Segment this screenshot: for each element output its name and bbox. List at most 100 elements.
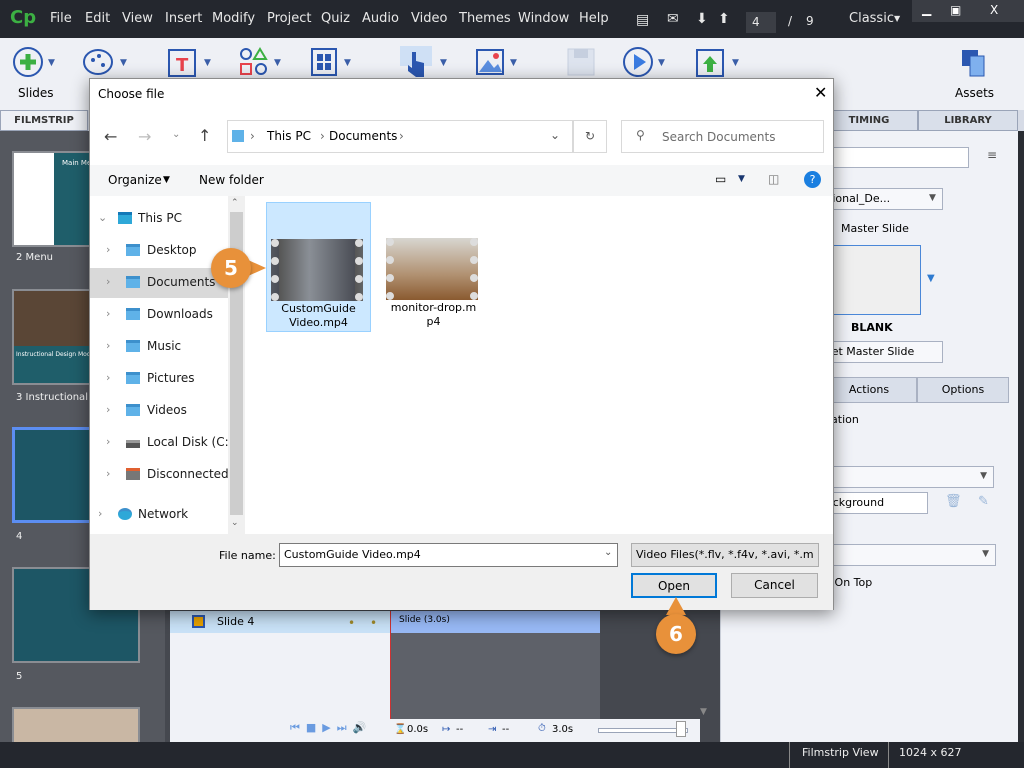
- close-icon[interactable]: X: [990, 3, 998, 17]
- file-item[interactable]: monitor-drop.m p4: [382, 202, 487, 332]
- menu-quiz[interactable]: Quiz: [321, 11, 350, 26]
- reset-master-slide-button[interactable]: set Master Slide: [821, 341, 943, 363]
- tab-filmstrip[interactable]: FILMSTRIP: [0, 110, 88, 131]
- menu-window[interactable]: Window: [518, 11, 569, 26]
- tab-library[interactable]: LIBRARY: [918, 110, 1018, 131]
- menu-video[interactable]: Video: [411, 11, 447, 26]
- maximize-icon[interactable]: ▣: [950, 3, 961, 17]
- media-image-icon[interactable]: [474, 46, 506, 78]
- slide-notes-icon[interactable]: ▤: [636, 12, 649, 28]
- preview-pane-icon[interactable]: ◫: [768, 172, 779, 186]
- help-icon[interactable]: ?: [804, 171, 821, 188]
- pencil-icon[interactable]: ✎: [978, 494, 989, 509]
- panel-menu-icon[interactable]: ≡: [987, 148, 997, 162]
- next-slide-icon[interactable]: ⬇: [696, 11, 708, 27]
- refresh-icon[interactable]: ↻: [573, 120, 607, 153]
- nav-videos[interactable]: › Videos: [90, 396, 228, 426]
- zoom-slider-handle[interactable]: [676, 721, 686, 737]
- out-point-icon: ⇥: [488, 724, 497, 735]
- tab-actions[interactable]: Actions: [821, 377, 917, 403]
- menu-view[interactable]: View: [122, 11, 153, 26]
- tab-timing[interactable]: TIMING: [820, 110, 918, 131]
- breadcrumb-this-pc[interactable]: This PC: [267, 129, 311, 143]
- search-placeholder: Search Documents: [662, 130, 776, 144]
- playback-controls[interactable]: ⏮■▶⏭🔊: [290, 721, 372, 735]
- close-icon[interactable]: ✕: [814, 83, 827, 102]
- nav-this-pc[interactable]: ⌄ This PC: [90, 204, 228, 234]
- menu-themes[interactable]: Themes: [459, 11, 511, 26]
- timeline-row-slide[interactable]: Slide 4 • •: [170, 611, 390, 633]
- file-name-input[interactable]: CustomGuide Video.mp4: [279, 543, 618, 567]
- address-bar[interactable]: › This PC › Documents › ⌄: [227, 120, 573, 153]
- slide-name-input[interactable]: [821, 147, 969, 168]
- minimize-icon[interactable]: ▁: [922, 2, 931, 16]
- slide-thumbnail-6[interactable]: [12, 707, 140, 747]
- recent-locations-icon[interactable]: ⌄: [172, 129, 180, 140]
- quality-dropdown[interactable]: ▼: [821, 544, 996, 566]
- objects-icon[interactable]: [308, 46, 340, 78]
- lock-dot[interactable]: •: [370, 616, 377, 630]
- scroll-down-icon[interactable]: ▼: [700, 707, 707, 717]
- organize-button[interactable]: Organize: [108, 173, 162, 187]
- nav-disconnected-drive[interactable]: ›Disconnected N: [90, 460, 231, 490]
- preview-play-icon[interactable]: [622, 46, 654, 78]
- hourglass-icon: ⌛: [394, 724, 407, 735]
- nav-pictures[interactable]: › Pictures: [90, 364, 228, 394]
- menu-file[interactable]: File: [50, 11, 72, 26]
- add-slide-icon[interactable]: [12, 46, 44, 78]
- save-icon[interactable]: [565, 46, 597, 78]
- file-type-filter[interactable]: Video Files(*.flv, *.f4v, *.avi, *.m: [631, 543, 819, 567]
- prev-slide-icon[interactable]: ⬆: [718, 11, 730, 27]
- themes-palette-icon[interactable]: [82, 46, 114, 78]
- interactions-icon[interactable]: [400, 46, 432, 78]
- view-options-icon[interactable]: ▭: [715, 172, 726, 186]
- file-item-selected[interactable]: CustomGuide Video.mp4: [266, 202, 371, 332]
- nav-label: Downloads: [147, 307, 213, 321]
- menu-edit[interactable]: Edit: [85, 11, 110, 26]
- back-icon[interactable]: ←: [104, 127, 117, 146]
- shapes-icon[interactable]: [238, 46, 270, 78]
- assets-icon[interactable]: [958, 46, 990, 78]
- video-file-icon: [386, 238, 478, 300]
- forward-icon[interactable]: →: [138, 127, 151, 146]
- menu-modify[interactable]: Modify: [212, 11, 255, 26]
- workspace-dropdown[interactable]: Classic: [849, 11, 894, 26]
- callout-step-5: 5: [211, 248, 251, 288]
- slide-number-input[interactable]: 4: [746, 12, 776, 33]
- trash-icon[interactable]: 🗑: [945, 494, 962, 509]
- menu-audio[interactable]: Audio: [362, 11, 399, 26]
- visibility-dot[interactable]: •: [348, 616, 355, 630]
- breadcrumb-documents[interactable]: Documents: [329, 129, 397, 143]
- search-input[interactable]: ⚲ Search Documents: [621, 120, 824, 153]
- open-button[interactable]: Open: [631, 573, 717, 598]
- documents-folder-icon: [232, 130, 244, 142]
- menu-help[interactable]: Help: [579, 11, 609, 26]
- master-dropdown-icon[interactable]: ▼: [927, 273, 935, 284]
- nav-local-disk[interactable]: › Local Disk (C:): [90, 428, 231, 458]
- menu-project[interactable]: Project: [267, 11, 311, 26]
- menu-insert[interactable]: Insert: [165, 11, 202, 26]
- nav-downloads[interactable]: › Downloads: [90, 300, 228, 330]
- chevron-down-icon[interactable]: ⌄: [604, 547, 612, 558]
- master-slide-preview[interactable]: [821, 245, 921, 315]
- up-icon[interactable]: ↑: [198, 126, 211, 145]
- mail-icon[interactable]: ✉: [667, 11, 679, 27]
- text-icon[interactable]: T: [166, 46, 198, 78]
- nav-scrollbar[interactable]: ⌃ ⌄: [228, 196, 245, 534]
- timeline-slide-bar[interactable]: Slide (3.0s): [390, 611, 600, 633]
- theme-dropdown[interactable]: tional_De...: [821, 188, 943, 210]
- zoom-slider[interactable]: [598, 728, 688, 733]
- chevron-down-icon[interactable]: ▼: [738, 174, 745, 184]
- address-dropdown-icon[interactable]: ⌄: [550, 128, 560, 142]
- nav-network[interactable]: › Network: [90, 500, 228, 530]
- chevron-down-icon[interactable]: ▼: [894, 14, 900, 23]
- navigation-dropdown[interactable]: ▼: [821, 466, 994, 488]
- cancel-button[interactable]: Cancel: [731, 573, 818, 598]
- nav-documents[interactable]: › Documents: [90, 268, 228, 298]
- nav-music[interactable]: › Music: [90, 332, 228, 362]
- nav-desktop[interactable]: › Desktop: [90, 236, 228, 266]
- tab-options[interactable]: Options: [917, 377, 1009, 403]
- new-folder-button[interactable]: New folder: [199, 173, 264, 187]
- publish-icon[interactable]: [694, 46, 726, 78]
- background-input[interactable]: ackground: [821, 492, 928, 514]
